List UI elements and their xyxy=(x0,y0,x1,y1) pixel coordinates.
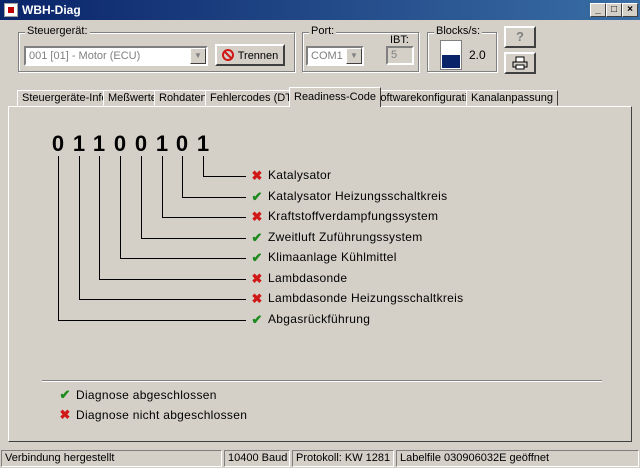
connector-line xyxy=(203,156,204,176)
help-button[interactable]: ? xyxy=(504,26,536,48)
connector-line xyxy=(182,156,183,197)
readiness-digit: 1 xyxy=(155,131,169,156)
status-protocol: Protokoll: KW 1281 xyxy=(292,450,394,467)
status-labelfile: Labelfile 030906032E geöffnet xyxy=(396,450,639,467)
checkmark-icon: ✔ xyxy=(251,189,263,204)
controller-select[interactable]: 001 [01] - Motor (ECU) ▼ xyxy=(24,46,208,66)
readiness-item-label: Katalysator xyxy=(268,168,332,182)
port-select[interactable]: COM1 ▼ xyxy=(306,46,364,66)
connector-line xyxy=(99,279,246,280)
cross-icon: ✖ xyxy=(59,407,71,422)
connector-line xyxy=(182,197,246,198)
stop-icon xyxy=(221,49,234,61)
legend-done-label: Diagnose abgeschlossen xyxy=(76,388,217,402)
ibt-label: IBT: xyxy=(390,34,409,46)
readiness-digit: 1 xyxy=(72,131,86,156)
legend-not-done-label: Diagnose nicht abgeschlossen xyxy=(76,408,248,422)
checkmark-icon: ✔ xyxy=(251,312,263,327)
blocks-meter xyxy=(440,40,462,70)
connector-line xyxy=(120,258,246,259)
readiness-digit: 0 xyxy=(175,131,189,156)
tab-readiness-code[interactable]: Readiness-Code xyxy=(289,87,381,107)
blocks-meter-fill xyxy=(442,55,460,68)
blocks-value: 2.0 xyxy=(469,48,486,62)
printer-icon xyxy=(512,56,528,70)
port-label: Port: xyxy=(309,25,337,37)
title-bar: WBH-Diag _ □ × xyxy=(0,0,640,20)
app-window: WBH-Diag _ □ × Steuergerät: 001 [01] - M… xyxy=(0,0,640,468)
connector-line xyxy=(162,156,163,217)
cross-icon: ✖ xyxy=(251,209,263,224)
disconnect-button[interactable]: Trennen xyxy=(215,44,285,66)
cross-icon: ✖ xyxy=(251,271,263,286)
readiness-item-label: Zweitluft Zuführungssystem xyxy=(268,230,423,244)
readiness-item-label: Katalysator Heizungsschaltkreis xyxy=(268,189,448,203)
port-value: COM1 xyxy=(311,50,343,62)
cross-icon: ✖ xyxy=(251,168,263,183)
chevron-down-icon[interactable]: ▼ xyxy=(346,48,362,64)
readiness-item-label: Kraftstoffverdampfungssystem xyxy=(268,209,439,223)
readiness-item-label: Klimaanlage Kühlmittel xyxy=(268,250,397,264)
connector-line xyxy=(203,176,246,177)
connector-line xyxy=(79,156,80,299)
chevron-down-icon[interactable]: ▼ xyxy=(190,48,206,64)
connector-line xyxy=(120,156,121,258)
connector-line xyxy=(141,156,142,238)
connector-line xyxy=(58,156,59,320)
tab-kanalanpassung[interactable]: Kanalanpassung xyxy=(466,90,558,106)
connector-line xyxy=(141,238,246,239)
readiness-digit: 1 xyxy=(196,131,210,156)
readiness-digit: 0 xyxy=(134,131,148,156)
readiness-item-label: Lambdasonde xyxy=(268,271,348,285)
connector-line xyxy=(162,217,246,218)
blocks-group: Blocks/s: xyxy=(427,25,497,72)
window-title: WBH-Diag xyxy=(22,3,81,17)
connector-line xyxy=(99,156,100,279)
ibt-field[interactable]: 5 xyxy=(386,46,414,65)
controller-label: Steuergerät: xyxy=(25,25,90,37)
connector-line xyxy=(58,320,246,321)
minimize-button[interactable]: _ xyxy=(590,3,606,17)
tab-rohdaten[interactable]: Rohdaten xyxy=(154,90,212,106)
status-baud: 10400 Baud xyxy=(224,450,290,467)
controller-value: 001 [01] - Motor (ECU) xyxy=(29,50,141,62)
readiness-digit: 0 xyxy=(51,131,65,156)
readiness-item-label: Lambdasonde Heizungsschaltkreis xyxy=(268,291,464,305)
maximize-button[interactable]: □ xyxy=(606,3,622,17)
blocks-label: Blocks/s: xyxy=(434,25,483,37)
readiness-item-label: Abgasrückführung xyxy=(268,312,371,326)
disconnect-label: Trennen xyxy=(237,50,279,62)
checkmark-icon: ✔ xyxy=(59,387,71,402)
readiness-digit: 1 xyxy=(92,131,106,156)
ibt-value: 5 xyxy=(391,49,398,61)
cross-icon: ✖ xyxy=(251,291,263,306)
legend-separator xyxy=(42,380,602,382)
help-icon: ? xyxy=(516,29,524,44)
checkmark-icon: ✔ xyxy=(251,250,263,265)
readiness-digit: 0 xyxy=(113,131,127,156)
app-icon xyxy=(4,3,18,17)
checkmark-icon: ✔ xyxy=(251,230,263,245)
print-button[interactable] xyxy=(504,52,536,74)
connector-line xyxy=(79,299,246,300)
status-connection: Verbindung hergestellt xyxy=(1,450,222,467)
close-button[interactable]: × xyxy=(622,3,638,17)
